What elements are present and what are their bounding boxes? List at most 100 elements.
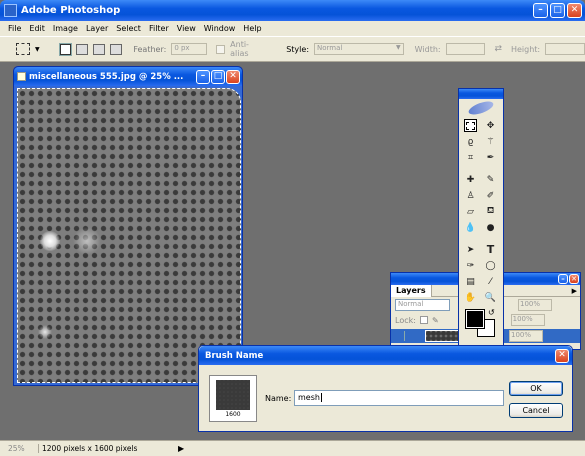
document-title: miscellaneous 555.jpg @ 25% ... xyxy=(29,71,184,82)
dialog-title-bar: Brush Name ✕ xyxy=(199,346,572,365)
menu-layer[interactable]: Layer xyxy=(82,24,112,33)
layer-extra-input[interactable]: 100% xyxy=(509,330,543,342)
style-label: Style: xyxy=(286,44,310,54)
name-label: Name: xyxy=(265,394,292,403)
notes-icon[interactable]: ▤ xyxy=(464,275,477,288)
status-menu-arrow-icon[interactable]: ▶ xyxy=(178,444,184,453)
dodge-icon[interactable]: ● xyxy=(484,221,497,234)
style-value: Normal xyxy=(317,44,343,52)
foreground-color-swatch[interactable] xyxy=(465,309,485,329)
new-selection-icon[interactable] xyxy=(58,42,73,56)
style-select[interactable]: Normal ▼ xyxy=(314,43,404,55)
swap-icon[interactable]: ⇄ xyxy=(494,44,502,54)
brush-preview-image xyxy=(216,380,250,410)
clone-stamp-icon[interactable]: ♙ xyxy=(464,189,477,202)
height-input[interactable] xyxy=(545,43,585,55)
palette-menu-icon[interactable]: ▶ xyxy=(572,287,580,295)
healing-brush-icon[interactable]: ✚ xyxy=(464,173,477,186)
swap-colors-icon[interactable]: ↺ xyxy=(488,308,495,317)
intersect-selection-icon[interactable] xyxy=(110,43,123,55)
text-cursor xyxy=(320,393,322,402)
magic-wand-icon[interactable]: ⚚ xyxy=(484,135,497,148)
doc-maximize-icon[interactable]: □ xyxy=(211,69,225,84)
dialog-title: Brush Name xyxy=(205,350,264,361)
shape-icon[interactable]: ◯ xyxy=(484,259,497,272)
highlight-spot-2 xyxy=(38,325,52,339)
crop-icon[interactable]: ⌗ xyxy=(464,151,477,164)
marquee-tool-preset-icon[interactable] xyxy=(16,43,30,55)
lasso-icon[interactable]: ϱ xyxy=(464,135,477,148)
doc-minimize-icon[interactable]: – xyxy=(196,69,210,84)
type-icon[interactable]: T xyxy=(484,243,497,256)
zoom-level[interactable]: 25% xyxy=(0,444,28,453)
zoom-icon[interactable]: 🔍 xyxy=(484,291,497,304)
name-input[interactable]: mesh xyxy=(294,390,504,406)
layers-close-icon[interactable]: ✕ xyxy=(569,274,579,284)
lock-transparent-checkbox[interactable] xyxy=(419,316,428,324)
add-selection-icon[interactable] xyxy=(76,43,89,55)
blend-mode-select[interactable]: Normal xyxy=(395,299,450,311)
app-title-bar: Adobe Photoshop – □ ✕ xyxy=(0,0,585,21)
dialog-close-icon[interactable]: ✕ xyxy=(555,348,569,363)
app-title: Adobe Photoshop xyxy=(21,5,121,16)
feather-logo-icon xyxy=(459,98,503,118)
doc-close-icon[interactable]: ✕ xyxy=(226,69,240,84)
eye-icon[interactable] xyxy=(395,331,405,341)
blur-icon[interactable]: 💧 xyxy=(464,221,477,234)
dropdown-arrow-icon[interactable]: ▼ xyxy=(35,46,40,53)
photoshop-logo-icon xyxy=(4,4,17,17)
menu-image[interactable]: Image xyxy=(49,24,82,33)
menu-file[interactable]: File xyxy=(4,24,25,33)
cancel-button[interactable]: Cancel xyxy=(509,403,563,418)
menu-window[interactable]: Window xyxy=(200,24,240,33)
eraser-icon[interactable]: ▱ xyxy=(464,205,477,218)
feather-input[interactable]: 0 px xyxy=(171,43,208,55)
hand-icon[interactable]: ✋ xyxy=(464,291,477,304)
status-bar: 25% 1200 pixels x 1600 pixels ▶ xyxy=(0,440,585,456)
rect-marquee-icon[interactable] xyxy=(464,119,477,132)
width-input[interactable] xyxy=(445,43,486,55)
ok-button[interactable]: OK xyxy=(509,381,563,396)
menu-filter[interactable]: Filter xyxy=(145,24,173,33)
pen-icon[interactable]: ✑ xyxy=(464,259,477,272)
minimize-icon[interactable]: – xyxy=(533,3,548,18)
brush-lock-icon[interactable]: ✎ xyxy=(432,316,439,325)
paint-bucket-icon[interactable]: ⛾ xyxy=(484,205,497,218)
antialias-checkbox[interactable] xyxy=(216,44,226,54)
subtract-selection-icon[interactable] xyxy=(93,43,106,55)
layer-thumbnail xyxy=(425,330,459,342)
eyedropper-icon[interactable]: ⁄ xyxy=(484,275,497,288)
feather-label: Feather: xyxy=(133,44,167,54)
canvas-image[interactable] xyxy=(17,88,241,383)
toolbox-title-bar xyxy=(459,89,503,99)
document-title-bar: miscellaneous 555.jpg @ 25% ... – □ ✕ xyxy=(14,67,242,86)
lock-label: Lock: xyxy=(395,315,416,325)
layers-tab[interactable]: Layers xyxy=(391,284,432,297)
menu-bar: File Edit Image Layer Select Filter View… xyxy=(0,21,585,36)
document-icon xyxy=(17,72,26,81)
name-value: mesh xyxy=(298,393,320,402)
brush-preview: 1600 xyxy=(209,375,257,422)
menu-help[interactable]: Help xyxy=(239,24,265,33)
brush-icon[interactable]: ✎ xyxy=(484,173,497,186)
width-label: Width: xyxy=(414,44,441,54)
toolbox: ✥ ϱ ⚚ ⌗ ✒ ✚ ✎ ♙ ✐ ▱ ⛾ 💧 ● ➤ T ✑ ◯ ▤ ⁄ ✋ … xyxy=(458,88,504,350)
slice-icon[interactable]: ✒ xyxy=(484,151,497,164)
maximize-icon[interactable]: □ xyxy=(550,3,565,18)
menu-view[interactable]: View xyxy=(173,24,200,33)
antialias-label: Anti-alias xyxy=(230,40,249,58)
height-label: Height: xyxy=(510,44,541,54)
color-swatches[interactable]: ↺ xyxy=(459,308,503,338)
opacity-input[interactable]: 100% xyxy=(518,299,552,311)
close-icon[interactable]: ✕ xyxy=(567,3,582,18)
brush-preview-caption: 1600 xyxy=(225,411,241,418)
move-icon[interactable]: ✥ xyxy=(484,119,497,132)
history-brush-icon[interactable]: ✐ xyxy=(484,189,497,202)
menu-select[interactable]: Select xyxy=(112,24,145,33)
layers-minimize-icon[interactable]: – xyxy=(558,274,568,284)
fill-input[interactable]: 100% xyxy=(510,314,545,326)
options-bar: ▼ Feather: 0 px Anti-alias Style: Normal… xyxy=(0,36,585,62)
highlight-spot xyxy=(40,231,60,251)
path-select-icon[interactable]: ➤ xyxy=(464,243,477,256)
menu-edit[interactable]: Edit xyxy=(25,24,49,33)
